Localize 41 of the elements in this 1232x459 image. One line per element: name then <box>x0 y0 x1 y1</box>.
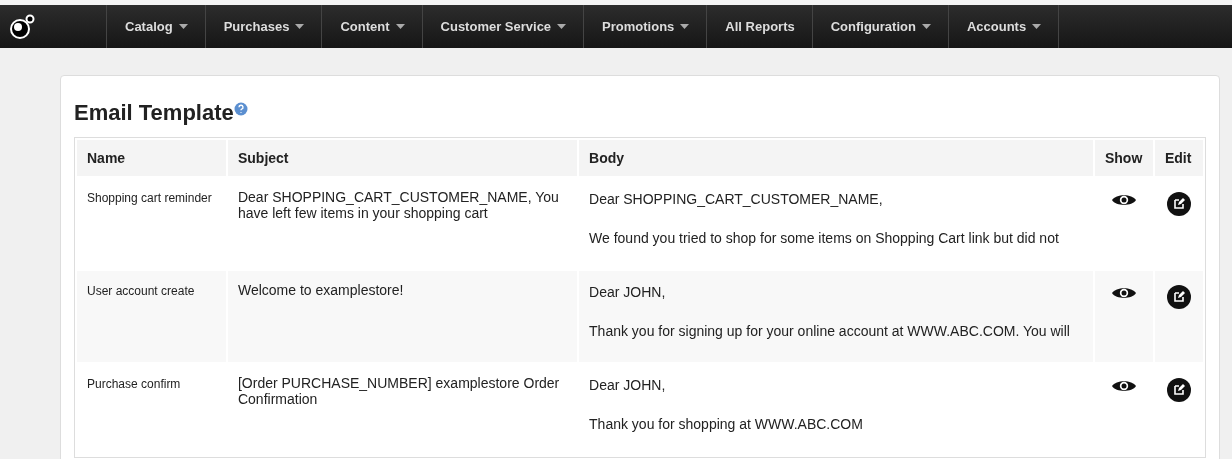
caret-icon <box>557 24 567 29</box>
caret-icon <box>921 24 931 29</box>
body-text: Thank you for shopping at WWW.ABC.COM <box>589 415 864 434</box>
caret-icon <box>295 24 305 29</box>
table-cell: Welcome to examplestore! <box>237 282 404 298</box>
logo-icon[interactable] <box>10 13 36 40</box>
table-cell: Shopping cart reminder <box>87 191 212 205</box>
table-cell: User account create <box>87 284 195 298</box>
body-text: We found you tried to shop for some items on Shopping Cart link but did not <box>589 229 1060 248</box>
edit-icon[interactable] <box>1167 378 1191 402</box>
edit-icon[interactable] <box>1167 192 1191 216</box>
table-cell: Purchase confirm <box>87 377 181 391</box>
body-text: Dear JOHN, <box>589 283 667 302</box>
eye-icon[interactable] <box>1110 192 1137 208</box>
table-cell: Dear SHOPPING_CART_CUSTOMER_NAME, You have left few items in your shopping cart <box>237 189 559 221</box>
column-header: Name <box>87 150 126 166</box>
column-header: Body <box>589 150 625 166</box>
body-text: Dear JOHN, <box>589 376 667 395</box>
nav-menu-item[interactable]: Catalog <box>107 5 206 48</box>
nav-menu-item[interactable]: Customer Service <box>422 5 585 48</box>
caret-icon <box>680 24 690 29</box>
eye-icon[interactable] <box>1110 378 1137 394</box>
caret-icon <box>395 24 405 29</box>
column-header: Edit <box>1164 150 1192 166</box>
nav-menu-item[interactable]: Accounts <box>948 5 1060 48</box>
help-icon[interactable] <box>233 102 248 116</box>
caret-icon <box>178 24 188 29</box>
eye-icon[interactable] <box>1110 285 1137 301</box>
caret-icon <box>1032 24 1042 29</box>
nav-menu-item[interactable]: All Reports <box>707 5 813 48</box>
nav-menu-item[interactable]: Purchases <box>205 5 323 48</box>
column-header: Show <box>1105 150 1143 166</box>
body-text: Dear SHOPPING_CART_CUSTOMER_NAME, <box>589 190 884 209</box>
edit-icon[interactable] <box>1167 285 1191 309</box>
table-cell: [Order PURCHASE_NUMBER] examplestore Order Confirmation <box>237 375 560 407</box>
nav-menu-item[interactable]: Configuration <box>812 5 949 48</box>
column-header: Subject <box>237 150 289 166</box>
page-title: Email Template <box>74 100 234 126</box>
nav-menu-item[interactable]: Content <box>322 5 423 48</box>
body-text: Thank you for signing up for your online account at WWW.ABC.COM. You will <box>589 322 1071 341</box>
nav-menu-item[interactable]: Promotions <box>584 5 708 48</box>
